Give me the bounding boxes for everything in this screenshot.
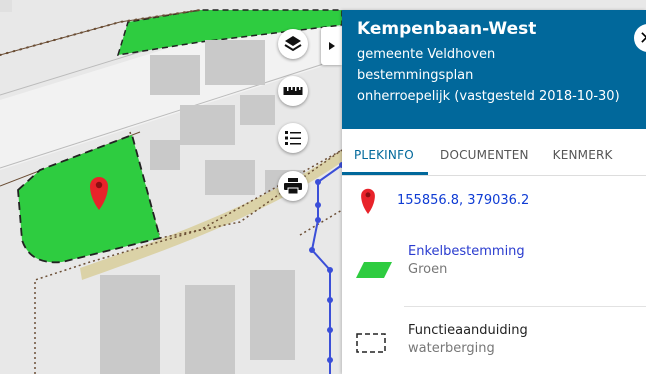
green-parallelogram-icon <box>356 262 392 278</box>
legend-list-icon <box>285 131 301 145</box>
panel-header: Kempenbaan-West gemeente Veldhoven beste… <box>342 10 646 129</box>
legend-subtitle: waterberging <box>408 341 495 356</box>
measure-button[interactable] <box>278 76 308 106</box>
info-panel: Kempenbaan-West gemeente Veldhoven beste… <box>342 10 646 374</box>
building <box>205 40 265 85</box>
plan-type: bestemmingsplan <box>357 68 474 83</box>
legend-button[interactable] <box>278 123 308 153</box>
building <box>185 285 235 374</box>
tab-documenten[interactable]: DOCUMENTEN <box>428 129 541 175</box>
close-icon: ✕ <box>639 28 646 49</box>
collapse-panel-button[interactable] <box>321 27 342 65</box>
tab-plekinfo[interactable]: PLEKINFO <box>342 129 428 175</box>
building <box>180 105 235 145</box>
building <box>250 270 295 360</box>
divider <box>404 306 646 307</box>
print-icon <box>284 178 302 194</box>
ruler-icon <box>283 87 303 95</box>
legend-title: Functieaanduiding <box>408 323 528 338</box>
municipality: gemeente Veldhoven <box>357 47 496 62</box>
tab-kenmerken[interactable]: KENMERK <box>541 129 625 175</box>
plan-status: onherroepelijk (vastgesteld 2018-10-30) <box>357 89 620 104</box>
legend-title[interactable]: Enkelbestemming <box>408 244 525 259</box>
building <box>240 95 275 125</box>
dashed-box-icon <box>356 333 386 353</box>
building <box>150 140 180 170</box>
layers-icon <box>284 36 302 52</box>
layers-button[interactable] <box>278 29 308 59</box>
tab-bar: PLEKINFO DOCUMENTEN KENMERK <box>342 129 646 176</box>
building <box>150 55 200 95</box>
plan-title: Kempenbaan-West <box>357 19 537 39</box>
coordinates-link[interactable]: 155856.8, 379036.2 <box>397 193 529 208</box>
building <box>100 275 160 374</box>
building <box>205 160 255 195</box>
location-pin-icon <box>361 188 375 214</box>
print-button[interactable] <box>278 171 308 201</box>
caret-right-icon <box>328 42 335 50</box>
legend-subtitle: Groen <box>408 262 448 277</box>
